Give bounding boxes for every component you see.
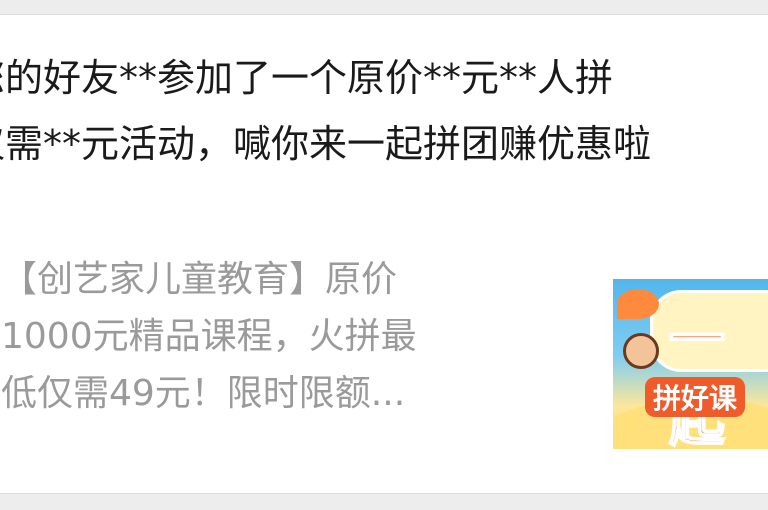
thumbnail-big-text: 一起 [668,307,727,449]
thumbnail-leaf-decoration [617,289,659,319]
card-description: 【创艺家儿童教育】原价 1000元精品课程，火拼最 低仅需49元！限时限额... [1,251,561,422]
card-thumbnail: 一起 拼好课 [613,279,768,449]
thumbnail-small-text: 拼好课 [645,377,746,417]
share-card[interactable]: 您的好友**参加了一个原价**元**人拼 仅需**元活动，喊你来一起拼团赚优惠啦… [0,14,768,494]
card-description-line-2: 1000元精品课程，火拼最 [1,316,417,357]
card-title-line-1: 您的好友**参加了一个原价**元**人拼 [0,56,614,100]
card-description-line-3: 低仅需49元！限时限额... [1,373,406,414]
thumbnail-kid-illustration [623,333,659,369]
card-title: 您的好友**参加了一个原价**元**人拼 仅需**元活动，喊你来一起拼团赚优惠啦 [0,45,768,177]
card-description-line-1: 【创艺家儿童教育】原价 [1,259,398,300]
card-title-line-2: 仅需**元活动，喊你来一起拼团赚优惠啦 [0,122,652,166]
